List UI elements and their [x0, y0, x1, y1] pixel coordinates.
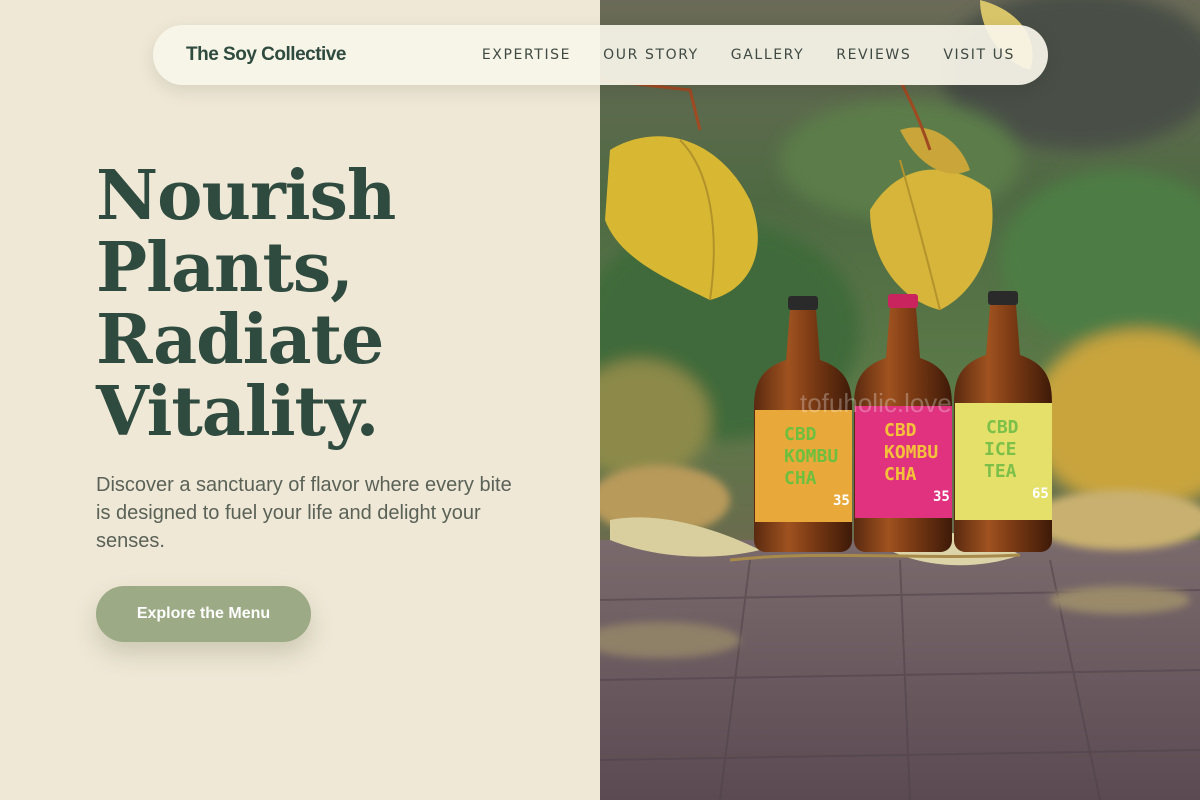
explore-menu-button[interactable]: Explore the Menu	[96, 586, 311, 642]
bottle-label-text: 65	[1032, 486, 1049, 502]
nav-link-reviews[interactable]: REVIEWS	[836, 47, 911, 63]
photo-watermark: tofuholic.love	[800, 388, 952, 418]
nav-link-visit-us[interactable]: VISIT US	[943, 47, 1015, 63]
hero-photo: CBD KOMBU CHA 35 CBD KOMBU CHA 35 CBD IC…	[600, 0, 1200, 800]
hero-title-line: Vitality.	[96, 372, 379, 452]
nav-link-expertise[interactable]: EXPERTISE	[482, 47, 571, 63]
bottle-label-text: CHA	[784, 468, 817, 489]
bottle-label-text: ICE	[984, 439, 1017, 460]
hero-title-line: Nourish	[96, 156, 396, 236]
nav-link-gallery[interactable]: GALLERY	[731, 47, 804, 63]
bottle-label-text: CBD	[884, 420, 917, 441]
bottle-label-text: KOMBU	[884, 442, 938, 463]
bottle-label-text: 35	[933, 489, 950, 505]
nav-link-our-story[interactable]: OUR STORY	[603, 47, 699, 63]
bottle-label-text: CHA	[884, 464, 917, 485]
hero-title-line: Radiate	[96, 300, 384, 380]
bottle-label-text: CBD	[986, 417, 1019, 438]
bottle-label-text: TEA	[984, 461, 1017, 482]
bottle-label-text: 35	[833, 493, 850, 509]
hero-title-line: Plants,	[96, 228, 354, 308]
top-navbar: The Soy Collective EXPERTISE OUR STORY G…	[153, 25, 1048, 85]
bottle-label-text: KOMBU	[784, 446, 838, 467]
bottle-label-text: CBD	[784, 424, 817, 445]
hero-subtitle: Discover a sanctuary of flavor where eve…	[96, 474, 512, 552]
hero-title: Nourish Plants, Radiate Vitality.	[96, 160, 576, 448]
brand-logo[interactable]: The Soy Collective	[186, 44, 346, 66]
nav-links: EXPERTISE OUR STORY GALLERY REVIEWS VISI…	[450, 47, 1015, 63]
